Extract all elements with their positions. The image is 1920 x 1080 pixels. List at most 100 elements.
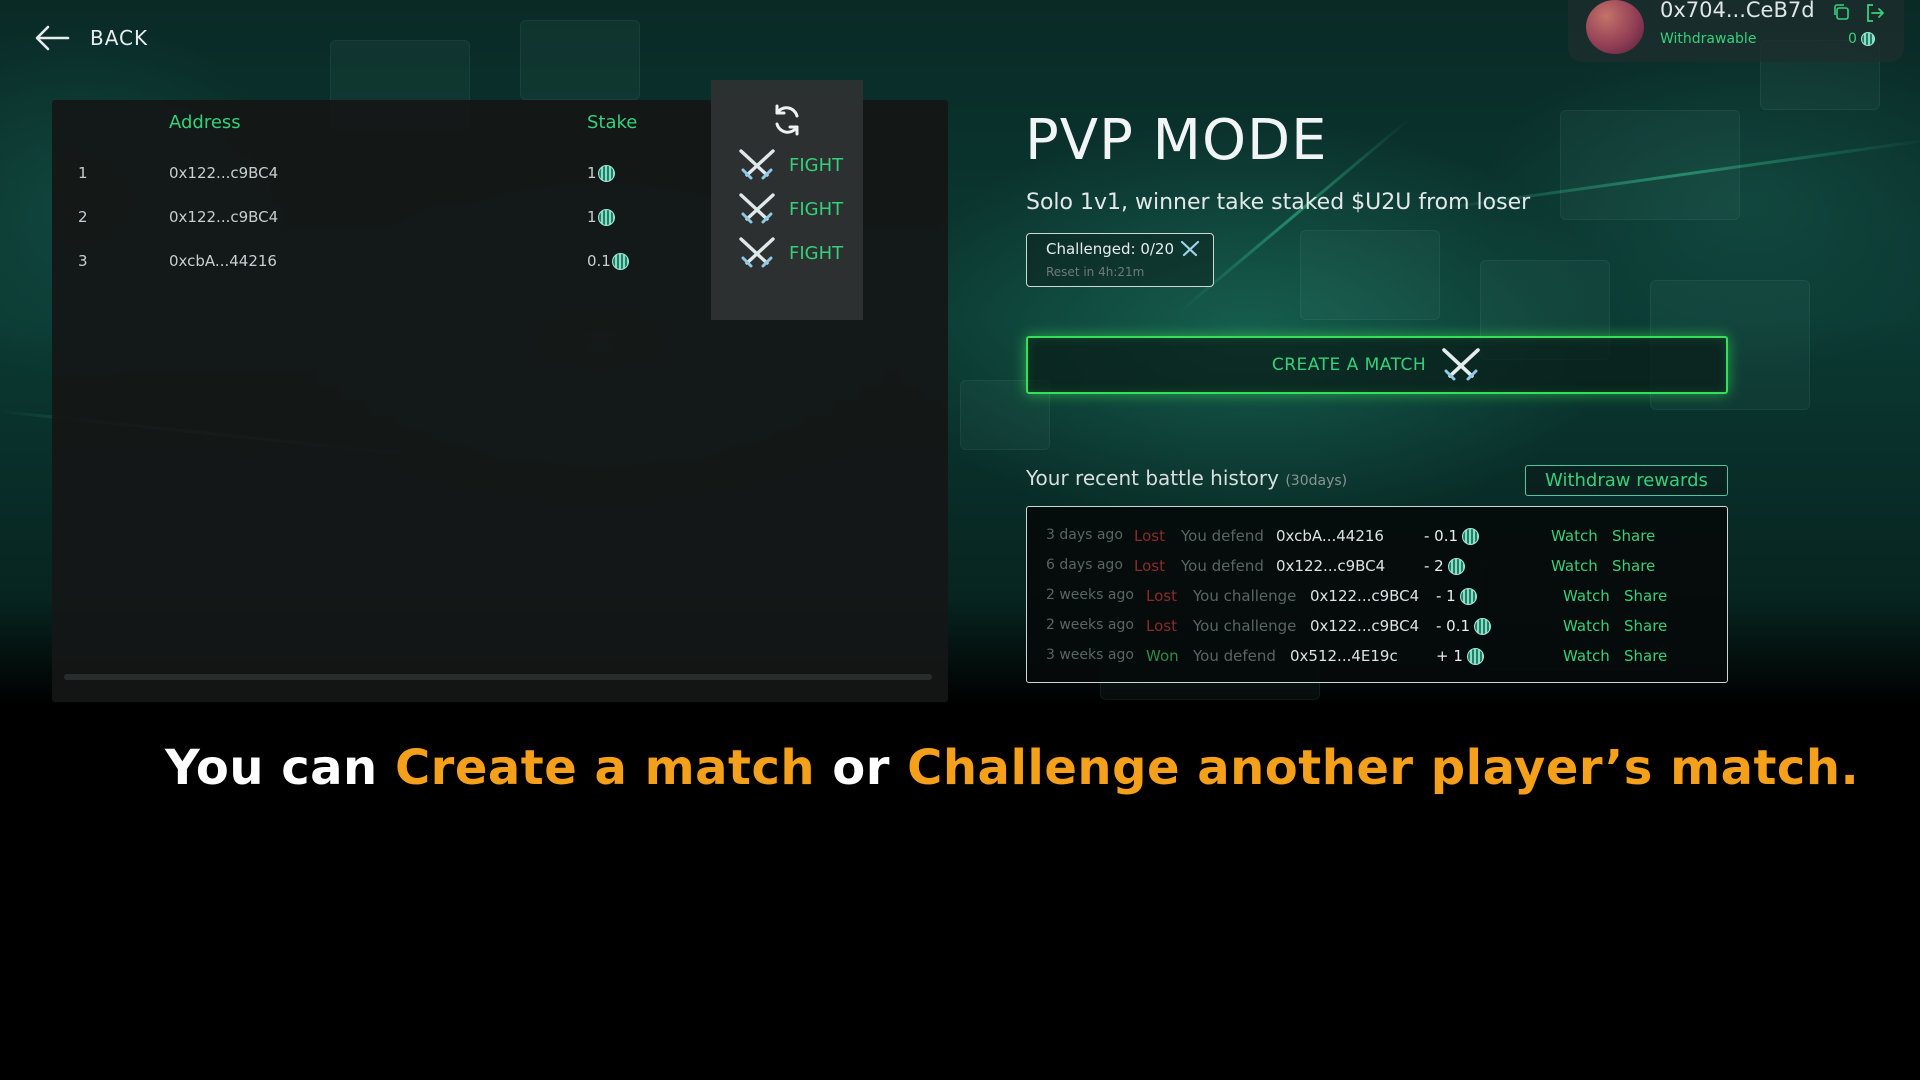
caption-highlight-create: Create a match [394,740,816,796]
history-opponent: 0x122...c9BC4 [1276,557,1386,575]
logout-icon[interactable] [1864,2,1886,24]
history-row: 3 days ago Lost You defend 0xcbA...44216… [1027,523,1727,551]
history-time: 3 days ago [1046,527,1123,543]
coin-icon [1861,32,1876,46]
share-link[interactable]: Share [1624,647,1667,665]
history-row: 6 days ago Lost You defend 0x122...c9BC4… [1027,553,1727,581]
history-result: Lost [1134,557,1165,575]
watch-link[interactable]: Watch [1551,527,1598,545]
fight-label: FIGHT [789,242,844,264]
history-amount-value: + 1 [1436,647,1463,665]
fight-column: FIGHT FIGHT FIGHT [711,80,863,320]
coin-icon [611,252,629,270]
history-row: 2 weeks ago Lost You challenge 0x122...c… [1027,613,1727,641]
watch-link[interactable]: Watch [1563,617,1610,635]
coin-icon [597,208,615,226]
copy-icon[interactable] [1832,3,1850,21]
horizontal-scrollbar[interactable] [64,674,932,680]
coin-icon [1459,587,1477,605]
crossed-swords-icon [1442,348,1480,381]
history-amount: + 1 [1436,647,1484,665]
back-label: BACK [90,26,149,50]
history-title: Your recent battle history (30days) [1026,466,1347,490]
wallet-address: 0x704...CeB7d [1660,0,1815,22]
history-opponent: 0x122...c9BC4 [1310,617,1420,635]
match-index: 2 [78,208,88,226]
crossed-swords-icon [739,237,775,268]
watch-link[interactable]: Watch [1563,587,1610,605]
column-address: Address [169,112,241,133]
share-link[interactable]: Share [1612,557,1655,575]
history-amount-value: - 1 [1436,587,1456,605]
history-amount-value: - 0.1 [1436,617,1471,635]
challenged-counter: Challenged: 0/20 Reset in 4h:21m [1026,233,1214,287]
withdraw-rewards-button[interactable]: Withdraw rewards [1525,465,1728,496]
coin-icon [1447,557,1465,575]
challenged-line: Challenged: 0/20 [1046,240,1200,258]
avatar[interactable] [1586,0,1644,54]
back-button[interactable]: BACK [34,24,148,52]
tutorial-caption: You can Create a match or Challenge anot… [165,740,1859,796]
history-amount: - 1 [1436,587,1477,605]
create-match-label: CREATE A MATCH [1271,355,1427,375]
history-result: Won [1146,647,1179,665]
history-action: You challenge [1193,617,1297,635]
history-action: You challenge [1193,587,1297,605]
coin-icon [597,164,615,182]
fight-button[interactable]: FIGHT [737,234,857,272]
page-title: PVP MODE [1025,108,1328,173]
history-result: Lost [1146,587,1177,605]
history-action: You defend [1181,527,1264,545]
caption-part2: or [815,740,908,796]
crossed-swords-icon [739,193,775,224]
coin-icon [1474,617,1492,635]
fight-label: FIGHT [789,154,844,176]
history-amount-value: - 0.1 [1424,527,1459,545]
crossed-swords-icon [1180,240,1200,257]
match-stake-value: 1 [587,164,597,182]
history-time: 6 days ago [1046,557,1123,573]
history-result: Lost [1134,527,1165,545]
share-link[interactable]: Share [1624,617,1667,635]
refresh-icon[interactable] [769,102,805,138]
back-arrow-icon [35,25,70,51]
withdrawable-amount: 0 [1848,31,1857,47]
history-amount: - 0.1 [1436,617,1492,635]
history-amount-value: - 2 [1424,557,1444,575]
withdrawable-value: 0 [1848,31,1876,47]
watch-link[interactable]: Watch [1551,557,1598,575]
history-period: (30days) [1285,473,1348,489]
fight-button[interactable]: FIGHT [737,190,857,228]
history-time: 3 weeks ago [1046,647,1134,663]
fight-label: FIGHT [789,198,844,220]
coin-icon [1462,527,1480,545]
history-opponent: 0x512...4E19c [1290,647,1398,665]
share-link[interactable]: Share [1612,527,1655,545]
match-address: 0x122...c9BC4 [169,164,279,182]
match-index: 1 [78,164,88,182]
mode-subtitle: Solo 1v1, winner take staked $U2U from l… [1026,190,1531,215]
battle-history-list[interactable]: 3 days ago Lost You defend 0xcbA...44216… [1026,506,1728,683]
match-index: 3 [78,252,88,270]
history-row: 3 weeks ago Won You defend 0x512...4E19c… [1027,643,1727,671]
history-title-text: Your recent battle history [1026,466,1279,490]
share-link[interactable]: Share [1624,587,1667,605]
match-address: 0xcbA...44216 [169,252,277,270]
reset-timer: Reset in 4h:21m [1046,265,1145,279]
match-stake: 1 [587,164,615,182]
history-time: 2 weeks ago [1046,587,1134,603]
caption-part1: You can [165,740,395,796]
match-stake-value: 0.1 [587,252,611,270]
create-match-button[interactable]: CREATE A MATCH [1026,336,1728,394]
match-address: 0x122...c9BC4 [169,208,279,226]
history-row: 2 weeks ago Lost You challenge 0x122...c… [1027,583,1727,611]
history-opponent: 0x122...c9BC4 [1310,587,1420,605]
history-time: 2 weeks ago [1046,617,1134,633]
match-stake: 0.1 [587,252,629,270]
match-stake: 1 [587,208,615,226]
crossed-swords-icon [739,149,775,180]
history-action: You defend [1193,647,1276,665]
history-result: Lost [1146,617,1177,635]
fight-button[interactable]: FIGHT [737,146,857,184]
watch-link[interactable]: Watch [1563,647,1610,665]
